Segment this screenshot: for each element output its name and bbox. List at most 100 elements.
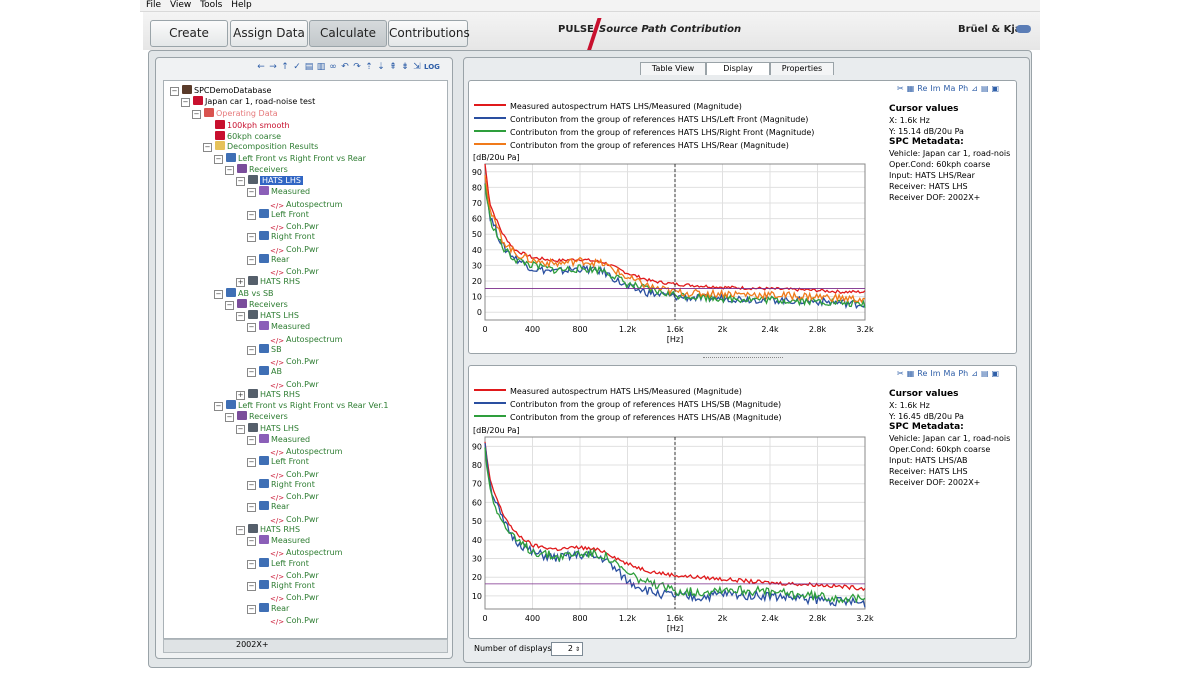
- calculate-button[interactable]: Calculate: [309, 20, 387, 47]
- tree-node[interactable]: − HATS LHS: [236, 175, 303, 186]
- display-splitter[interactable]: [703, 357, 783, 362]
- tree-node[interactable]: − Operating Data: [192, 107, 278, 119]
- collapse-icon[interactable]: −: [247, 435, 256, 445]
- tree-node[interactable]: − SPCDemoDatabase: [170, 85, 271, 96]
- tree-node[interactable]: 100kph smooth: [203, 119, 290, 131]
- tree-node[interactable]: </> Coh.Pwr: [258, 220, 319, 232]
- sort-za-icon[interactable]: ⇟: [400, 62, 410, 72]
- phase-icon[interactable]: Ph: [958, 369, 968, 378]
- tree-node[interactable]: </> Coh.Pwr: [258, 614, 319, 626]
- settings-icon[interactable]: ▣: [992, 369, 1000, 378]
- tree-node[interactable]: − Rear: [247, 501, 289, 513]
- collapse-icon[interactable]: −: [225, 165, 234, 175]
- collapse-icon[interactable]: −: [247, 255, 256, 265]
- display-2-chart[interactable]: [dB/20u Pa] 10 20 30 40 50 60 70 80 90 0 400 800 1.2k…: [469, 423, 886, 635]
- redo-icon[interactable]: ↷: [352, 62, 362, 72]
- cut-icon[interactable]: ✂: [897, 369, 904, 378]
- collapse-icon[interactable]: −: [214, 289, 223, 299]
- table-icon[interactable]: ▦: [907, 84, 915, 93]
- tree-node[interactable]: − Rear: [247, 602, 289, 614]
- link-icon[interactable]: ∞: [328, 62, 338, 72]
- check-icon[interactable]: ✓: [292, 62, 302, 72]
- tree-node[interactable]: </> Coh.Pwr: [258, 569, 319, 581]
- collapse-icon[interactable]: −: [225, 413, 234, 423]
- export-icon[interactable]: ▤: [981, 84, 989, 93]
- back-arrow-icon[interactable]: ←: [256, 62, 266, 72]
- tree-node[interactable]: + HATS RHS: [236, 276, 300, 288]
- tree-view[interactable]: − SPCDemoDatabase − Japan car 1, road-noise…: [163, 80, 448, 639]
- undo-icon[interactable]: ↶: [340, 62, 350, 72]
- sort-descending-icon[interactable]: ⇣: [376, 62, 386, 72]
- collapse-icon[interactable]: −: [192, 109, 201, 119]
- collapse-icon[interactable]: −: [170, 87, 179, 96]
- log-icon[interactable]: LOG: [424, 62, 440, 72]
- collapse-icon[interactable]: −: [247, 458, 256, 468]
- tree-node[interactable]: </> Coh.Pwr: [258, 513, 319, 525]
- menu-tools[interactable]: Tools: [200, 0, 222, 11]
- tree-node[interactable]: − Measured: [247, 433, 310, 445]
- collapse-icon[interactable]: −: [236, 525, 245, 535]
- collapse-icon[interactable]: −: [247, 368, 256, 378]
- up-arrow-icon[interactable]: ↑: [280, 62, 290, 72]
- real-icon[interactable]: Re: [917, 369, 927, 378]
- tab-table-view[interactable]: Table View: [640, 62, 706, 75]
- tree-node[interactable]: − Left Front vs Right Front vs Rear Ver.1: [214, 400, 388, 411]
- expand-icon[interactable]: +: [236, 278, 245, 288]
- forward-arrow-icon[interactable]: →: [268, 62, 278, 72]
- assign-data-button[interactable]: Assign Data: [230, 20, 308, 47]
- tree-node[interactable]: − Rear: [247, 253, 289, 265]
- table-icon[interactable]: ▦: [907, 369, 915, 378]
- tab-properties[interactable]: Properties: [770, 62, 834, 75]
- tab-display[interactable]: Display: [706, 62, 770, 75]
- tree-node[interactable]: − Japan car 1, road-noise test: [181, 96, 315, 108]
- tree-node[interactable]: − Receivers: [225, 298, 288, 310]
- tree-node[interactable]: − Right Front: [247, 478, 315, 490]
- tree-node[interactable]: − Right Front: [247, 580, 315, 591]
- collapse-icon[interactable]: −: [203, 143, 212, 153]
- collapse-icon[interactable]: −: [236, 424, 245, 434]
- sort-az-icon[interactable]: ⇞: [388, 62, 398, 72]
- cut-icon[interactable]: ✂: [897, 84, 904, 93]
- collapse-icon[interactable]: −: [247, 582, 256, 591]
- tree-node[interactable]: + HATS RHS: [236, 388, 300, 400]
- tree-node[interactable]: − Right Front: [247, 231, 315, 243]
- tree-node[interactable]: − HATS LHS: [236, 422, 299, 434]
- chart-icon[interactable]: ⊿: [971, 369, 978, 378]
- tree-node[interactable]: − HATS LHS: [236, 310, 299, 321]
- tree-node[interactable]: 60kph coarse: [203, 130, 281, 142]
- collapse-icon[interactable]: −: [247, 233, 256, 243]
- phase-icon[interactable]: Ph: [958, 84, 968, 93]
- collapse-icon[interactable]: −: [247, 323, 256, 333]
- tree-node[interactable]: − Decomposition Results: [203, 141, 318, 153]
- tree-node[interactable]: </> Coh.Pwr: [258, 378, 319, 390]
- tree-node[interactable]: − AB: [247, 366, 282, 378]
- tree-node[interactable]: </> Autospectrum: [258, 198, 342, 210]
- collapse-icon[interactable]: −: [214, 154, 223, 164]
- tree-node[interactable]: − Left Front vs Right Front vs Rear: [214, 152, 366, 164]
- collapse-icon[interactable]: −: [236, 312, 245, 321]
- imag-icon[interactable]: Im: [930, 84, 940, 93]
- contributions-button[interactable]: Contributions: [388, 20, 470, 47]
- imag-icon[interactable]: Im: [930, 369, 940, 378]
- tree-node[interactable]: </> Coh.Pwr: [258, 468, 319, 480]
- tree-node[interactable]: </> Autospectrum: [258, 546, 342, 558]
- tree-node[interactable]: </> Coh.Pwr: [258, 243, 319, 255]
- collapse-icon[interactable]: −: [247, 345, 256, 355]
- spin-arrows-icon[interactable]: ⇕: [573, 644, 582, 656]
- export-icon[interactable]: ▤: [981, 369, 989, 378]
- tree-node[interactable]: − Receivers: [225, 163, 288, 175]
- magnitude-icon[interactable]: Ma: [944, 84, 956, 93]
- tree-node[interactable]: </> Autospectrum: [258, 333, 342, 345]
- create-model-button[interactable]: Create Model: [150, 20, 228, 65]
- tree-node[interactable]: − Left Front: [247, 456, 309, 468]
- tree-node[interactable]: </> Autospectrum: [258, 445, 342, 457]
- collapse-icon[interactable]: −: [181, 98, 190, 108]
- display-1-chart[interactable]: [dB/20u Pa] 0 10 20 30 40 50 60 70 80 90 0 400 800 1.2…: [469, 150, 886, 350]
- collapse-icon[interactable]: −: [247, 559, 256, 569]
- tree-node[interactable]: − Measured: [247, 186, 310, 198]
- collapse-icon[interactable]: −: [247, 188, 256, 198]
- sort-ascending-icon[interactable]: ⇡: [364, 62, 374, 72]
- paste-icon[interactable]: ▥: [316, 62, 326, 72]
- menu-help[interactable]: Help: [231, 0, 252, 11]
- settings-icon[interactable]: ▣: [992, 84, 1000, 93]
